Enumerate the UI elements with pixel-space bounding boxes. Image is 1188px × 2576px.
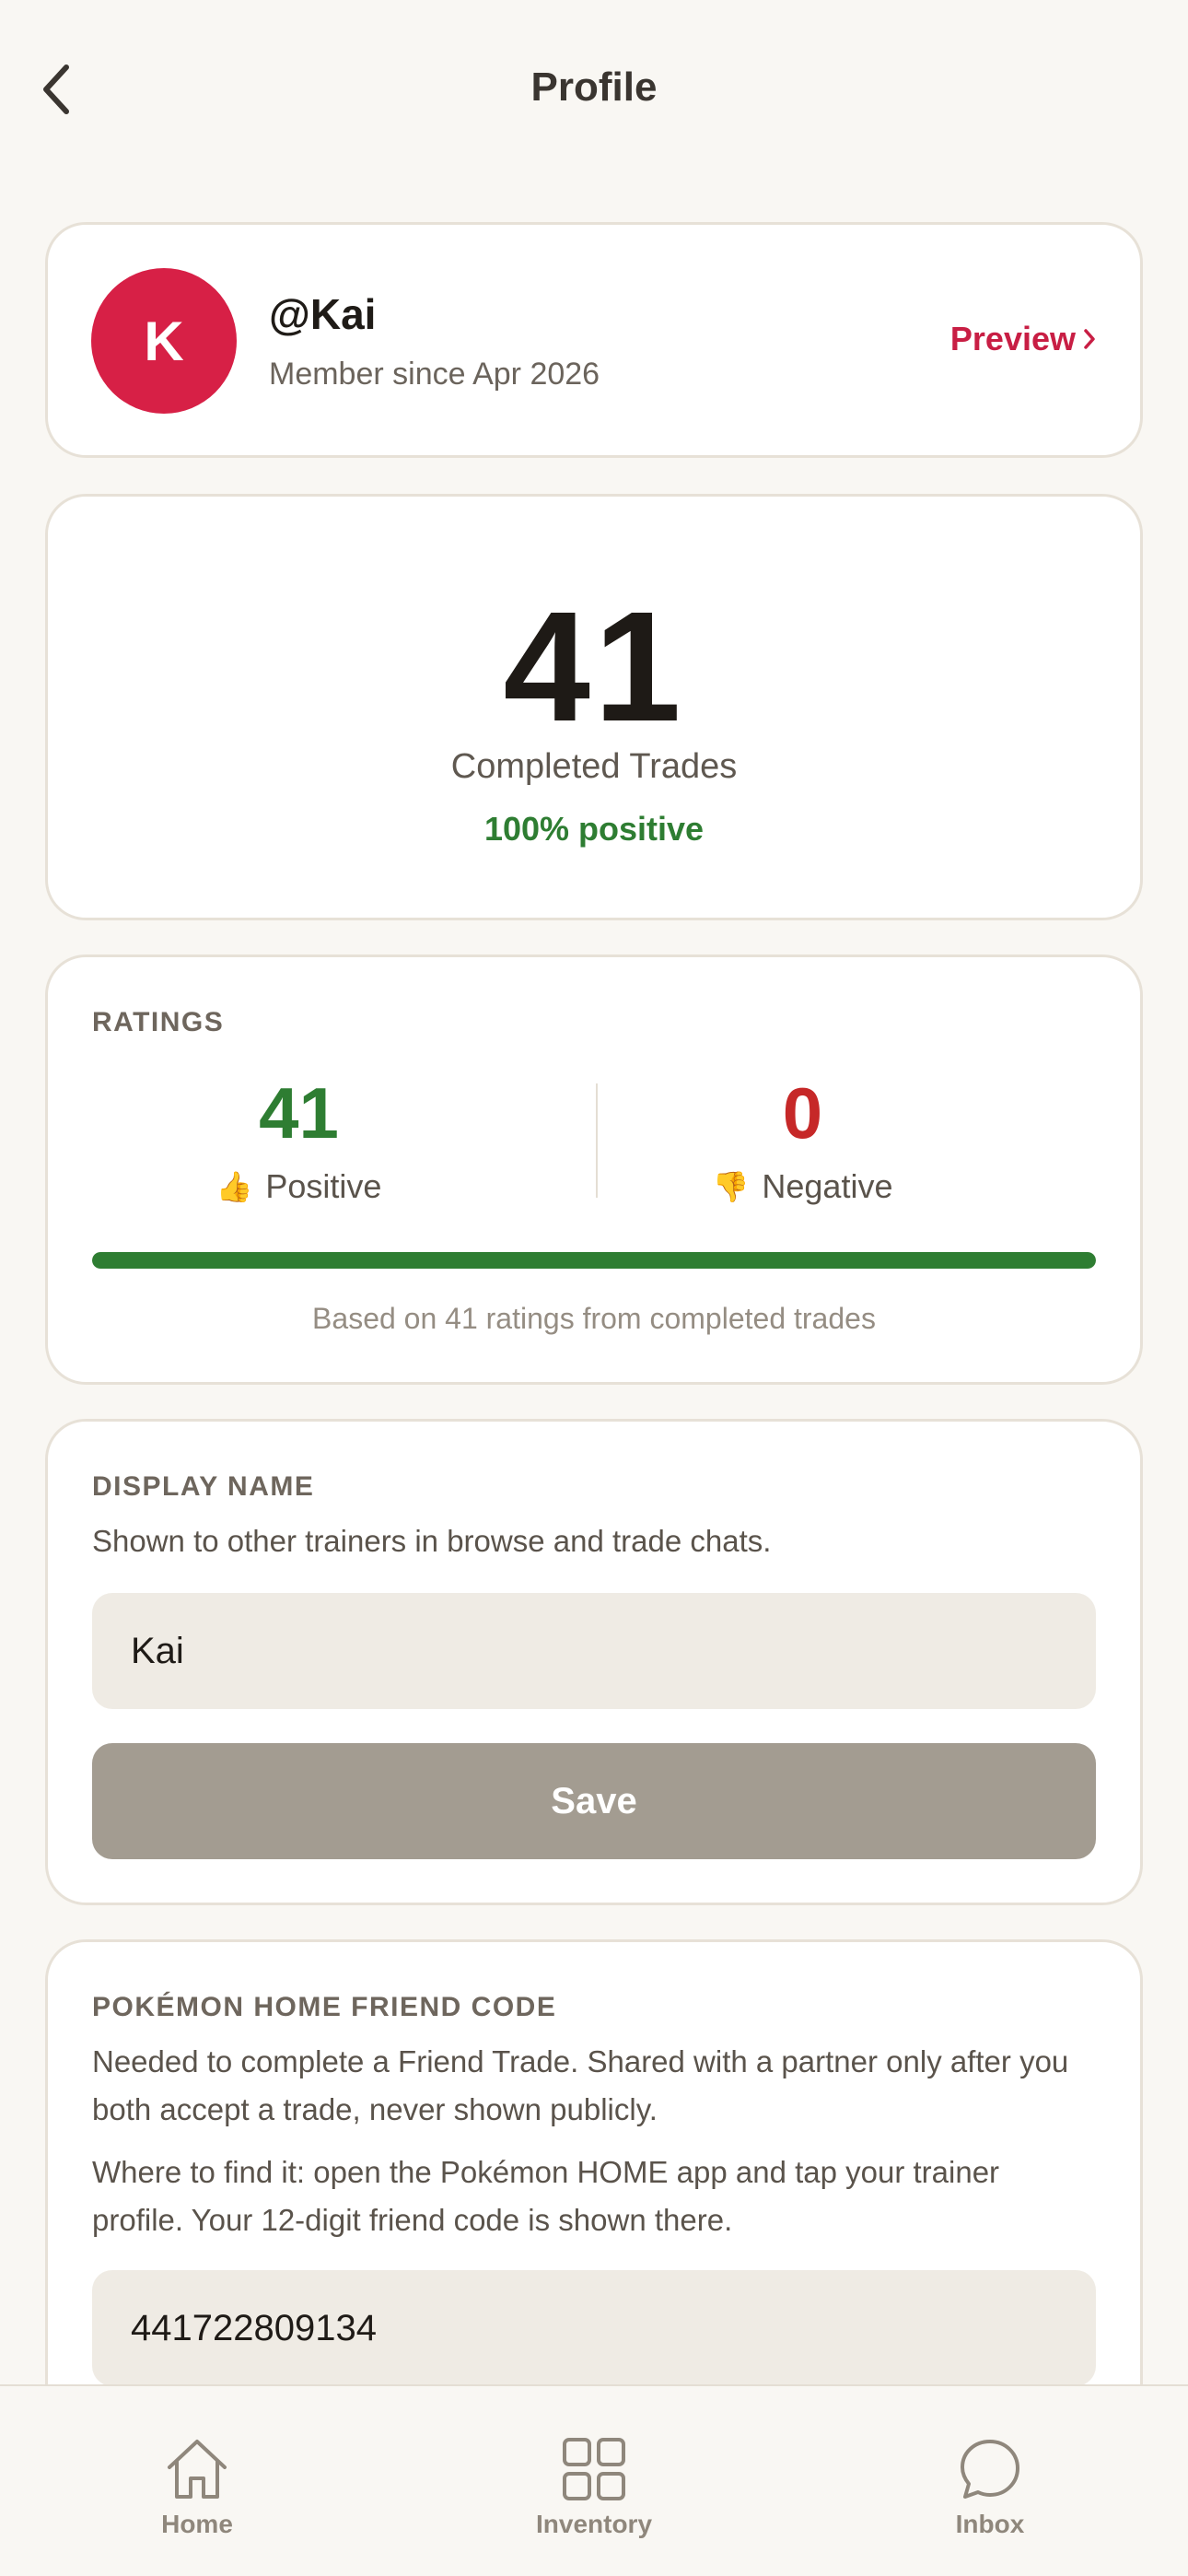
chevron-right-icon bbox=[1084, 329, 1095, 349]
display-name-description: Shown to other trainers in browse and tr… bbox=[92, 1524, 772, 1558]
ratings-progress-fill bbox=[92, 1252, 1096, 1269]
positive-label: Positive bbox=[265, 1167, 382, 1205]
avatar: K bbox=[91, 268, 237, 414]
tab-inbox-label: Inbox bbox=[955, 2510, 1025, 2538]
tab-home-label: Home bbox=[161, 2510, 233, 2538]
friend-code-description: Needed to complete a Friend Trade. Share… bbox=[92, 2044, 1069, 2126]
home-icon bbox=[168, 2440, 227, 2499]
member-since: Member since Apr 2026 bbox=[269, 357, 600, 392]
trades-card: 41 Completed Trades 100% positive bbox=[45, 494, 1143, 920]
thumbs-down-icon: 👎 bbox=[712, 1170, 750, 1203]
ratings-progress-bar bbox=[92, 1252, 1096, 1269]
display-name-section-label: DISPLAY NAME bbox=[92, 1471, 315, 1502]
positive-percentage: 100% positive bbox=[483, 810, 705, 848]
username: @Kai bbox=[269, 290, 377, 338]
thumbs-up-icon: 👍 bbox=[215, 1170, 253, 1203]
display-name-input[interactable] bbox=[92, 1593, 1096, 1709]
friend-code-input[interactable] bbox=[92, 2270, 1096, 2386]
friend-code-help: Where to find it: open the Pokémon HOME … bbox=[92, 2155, 1000, 2237]
ratings-card: RATINGS 41 👍 Positive 0 👎 Negative Based… bbox=[45, 954, 1143, 1385]
page-title: Profile bbox=[530, 64, 658, 110]
ratings-section-label: RATINGS bbox=[92, 1007, 225, 1037]
negative-ratings: 0 👎 Negative bbox=[552, 1077, 1054, 1206]
tab-inbox[interactable]: Inbox bbox=[889, 2434, 1091, 2539]
preview-label: Preview bbox=[949, 320, 1076, 357]
profile-screen: Profile K @Kai Member since Apr 2026 Pre… bbox=[0, 0, 1188, 2576]
profile-card: K @Kai Member since Apr 2026 Preview bbox=[45, 222, 1143, 458]
save-button[interactable]: Save bbox=[92, 1743, 1096, 1859]
grid-icon bbox=[563, 2438, 625, 2500]
friend-code-section-label: POKÉMON HOME FRIEND CODE bbox=[92, 1992, 557, 2022]
tab-inventory[interactable]: Inventory bbox=[493, 2434, 695, 2539]
completed-trades-count: 41 bbox=[503, 580, 685, 755]
negative-count: 0 bbox=[782, 1072, 823, 1153]
positive-ratings: 41 👍 Positive bbox=[48, 1077, 550, 1206]
display-name-card: DISPLAY NAME Shown to other trainers in … bbox=[45, 1419, 1143, 1905]
bottom-tab-bar: Home Inventory Inbox bbox=[0, 2384, 1188, 2576]
completed-trades-label: Completed Trades bbox=[450, 747, 738, 786]
ratings-footnote: Based on 41 ratings from completed trade… bbox=[312, 1302, 876, 1335]
tab-home[interactable]: Home bbox=[96, 2434, 298, 2539]
avatar-initial: K bbox=[144, 310, 184, 372]
header: Profile bbox=[0, 0, 1188, 184]
negative-label: Negative bbox=[762, 1167, 893, 1205]
preview-link[interactable]: Preview bbox=[950, 320, 1096, 358]
chat-bubble-icon bbox=[961, 2440, 1019, 2499]
tab-inventory-label: Inventory bbox=[535, 2510, 653, 2538]
positive-count: 41 bbox=[259, 1072, 339, 1153]
